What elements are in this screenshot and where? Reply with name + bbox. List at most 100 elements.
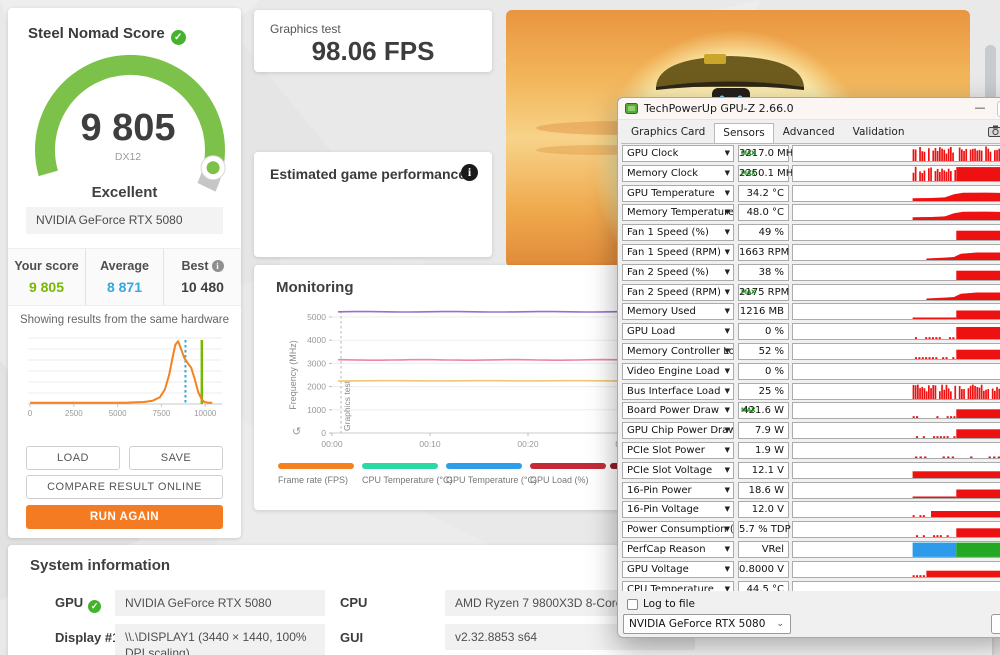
dropdown-arrow-icon: ▼	[725, 542, 730, 557]
run-again-button[interactable]: RUN AGAIN	[26, 505, 223, 529]
sensor-value: 0 %	[738, 323, 789, 340]
sensor-graph	[792, 323, 1000, 340]
cpu-label: CPU	[340, 595, 367, 610]
sensor-select-bus-interface-load[interactable]: Bus Interface Load▼	[622, 383, 734, 400]
partial-button[interactable]	[991, 614, 1000, 634]
system-info-title: System information	[30, 557, 170, 574]
legend-item: GPU Load (%)	[530, 463, 614, 485]
graphics-test-fps: 98.06 FPS	[254, 36, 492, 67]
dropdown-arrow-icon: ▼	[725, 483, 730, 498]
svg-text:2500: 2500	[65, 409, 83, 418]
sensor-row: Fan 2 Speed (%)▼38 %	[618, 264, 1000, 281]
gpuz-tab-graphics-card[interactable]: Graphics Card	[622, 122, 714, 143]
info-icon[interactable]: i	[461, 164, 478, 181]
sensor-row: GPU Voltage▼0.8000 V	[618, 561, 1000, 578]
svg-text:4000: 4000	[307, 335, 326, 345]
legend-color-bar	[362, 463, 438, 469]
log-to-file-checkbox[interactable]: Log to file	[627, 598, 695, 610]
checkbox-icon[interactable]	[627, 599, 638, 610]
sensor-row: PCIe Slot Voltage▼12.1 V	[618, 462, 1000, 479]
dropdown-arrow-icon: ▼	[725, 166, 730, 181]
dropdown-arrow-icon: ▼	[725, 285, 730, 300]
sensor-select-gpu-chip-power-draw[interactable]: GPU Chip Power Draw▼	[622, 422, 734, 439]
sensor-value: 25 %	[738, 383, 789, 400]
gpuz-tab-sensors[interactable]: Sensors	[714, 123, 773, 144]
load-button[interactable]: LOAD	[26, 446, 120, 470]
sensor-graph	[792, 303, 1000, 320]
gpu-label: GPU✓	[55, 595, 101, 613]
histogram-title: Showing results from the same hardware	[8, 314, 241, 326]
sensor-select-gpu-temperature[interactable]: GPU Temperature▼	[622, 185, 734, 202]
sensor-row: Board Power Draw▼MAX421.6 W	[618, 402, 1000, 419]
camera-icon[interactable]	[988, 125, 1000, 137]
sensor-row: GPU Clock▼MAX3217.0 MHz	[618, 145, 1000, 162]
dropdown-arrow-icon: ▼	[725, 384, 730, 399]
save-button[interactable]: SAVE	[129, 446, 223, 470]
sensor-value: 18.6 W	[738, 482, 789, 499]
sensor-select-memory-used[interactable]: Memory Used▼	[622, 303, 734, 320]
sensor-value: 1663 RPM	[738, 244, 789, 261]
sensor-row: Fan 1 Speed (RPM)▼1663 RPM	[618, 244, 1000, 261]
dropdown-arrow-icon: ▼	[725, 423, 730, 438]
sensor-row: Memory Controller Load▼52 %	[618, 343, 1000, 360]
sensor-row: 16-Pin Power▼18.6 W	[618, 482, 1000, 499]
sensor-select-pcie-slot-power[interactable]: PCIe Slot Power▼	[622, 442, 734, 459]
svg-text:3000: 3000	[307, 358, 326, 368]
sensor-select-memory-controller-load[interactable]: Memory Controller Load▼	[622, 343, 734, 360]
sensor-graph	[792, 402, 1000, 419]
sensor-select-fan-1-speed-[interactable]: Fan 1 Speed (%)▼	[622, 224, 734, 241]
sensor-select-16-pin-power[interactable]: 16-Pin Power▼	[622, 482, 734, 499]
chart-reset-icon[interactable]: ↺	[292, 425, 301, 438]
sensor-select-cpu-temperature[interactable]: CPU Temperature▼	[622, 581, 734, 591]
sensor-value: 12.0 V	[738, 501, 789, 518]
sensor-graph	[792, 442, 1000, 459]
legend-color-bar	[530, 463, 606, 469]
sensor-graph	[792, 264, 1000, 281]
gpuz-titlebar[interactable]: TechPowerUp GPU-Z 2.66.0 —	[618, 98, 1000, 120]
sensor-select-gpu-clock[interactable]: GPU Clock▼	[622, 145, 734, 162]
best-info-icon[interactable]: i	[212, 260, 224, 272]
sensor-select-memory-temperature[interactable]: Memory Temperature▼	[622, 204, 734, 221]
sensor-select-perfcap-reason[interactable]: PerfCap Reason▼	[622, 541, 734, 558]
sensor-select-gpu-voltage[interactable]: GPU Voltage▼	[622, 561, 734, 578]
graphics-test-panel: Graphics test 98.06 FPS	[254, 10, 492, 72]
score-stats: Your score 9 805 Average 8 871 Besti 10 …	[8, 248, 241, 306]
sensor-select-power-consumption-[interactable]: Power Consumption (%)▼	[622, 521, 734, 538]
dropdown-arrow-icon: ▼	[725, 562, 730, 577]
gpuz-tabs: Graphics CardSensorsAdvancedValidation	[622, 123, 913, 143]
sensor-graph	[792, 541, 1000, 558]
sensor-select-fan-2-speed-[interactable]: Fan 2 Speed (%)▼	[622, 264, 734, 281]
sensor-select-16-pin-voltage[interactable]: 16-Pin Voltage▼	[622, 501, 734, 518]
dropdown-arrow-icon: ▼	[725, 463, 730, 478]
sensor-select-board-power-draw[interactable]: Board Power Draw▼	[622, 402, 734, 419]
svg-text:1000: 1000	[307, 405, 326, 415]
sensor-row: CPU Temperature▼44.5 °C	[618, 581, 1000, 591]
svg-text:00:20: 00:20	[517, 439, 539, 449]
best-stat: Besti 10 480	[163, 249, 241, 305]
dropdown-arrow-icon: ▼	[725, 205, 730, 220]
sensor-value: 12.1 V	[738, 462, 789, 479]
sensor-select-gpu-load[interactable]: GPU Load▼	[622, 323, 734, 340]
max-flag: MAX	[741, 285, 755, 300]
dropdown-arrow-icon: ▼	[725, 344, 730, 359]
sensor-select-memory-clock[interactable]: Memory Clock▼	[622, 165, 734, 182]
compare-result-online-button[interactable]: COMPARE RESULT ONLINE	[26, 475, 223, 499]
gpuz-tab-advanced[interactable]: Advanced	[774, 122, 844, 143]
gpu-select-dropdown[interactable]: NVIDIA GeForce RTX 5080 ⌄	[623, 614, 791, 634]
sensor-row: Memory Temperature▼48.0 °C	[618, 204, 1000, 221]
score-rating: Excellent	[8, 184, 241, 201]
sensor-value: 1216 MB	[738, 303, 789, 320]
sensor-select-video-engine-load[interactable]: Video Engine Load▼	[622, 363, 734, 380]
sensor-select-pcie-slot-voltage[interactable]: PCIe Slot Voltage▼	[622, 462, 734, 479]
minimize-icon[interactable]: —	[971, 98, 989, 120]
legend-label: Frame rate (FPS)	[278, 475, 362, 485]
gpuz-tab-validation[interactable]: Validation	[844, 122, 914, 143]
sensor-row: Fan 1 Speed (%)▼49 %	[618, 224, 1000, 241]
sensor-select-fan-2-speed-rpm-[interactable]: Fan 2 Speed (RPM)▼	[622, 284, 734, 301]
average-stat: Average 8 871	[85, 249, 163, 305]
svg-text:5000: 5000	[109, 409, 127, 418]
sensor-select-fan-1-speed-rpm-[interactable]: Fan 1 Speed (RPM)▼	[622, 244, 734, 261]
dropdown-arrow-icon: ▼	[725, 502, 730, 517]
score-gauge: 9 805 DX12	[8, 42, 241, 192]
legend-label: CPU Temperature (°C)	[362, 475, 446, 485]
